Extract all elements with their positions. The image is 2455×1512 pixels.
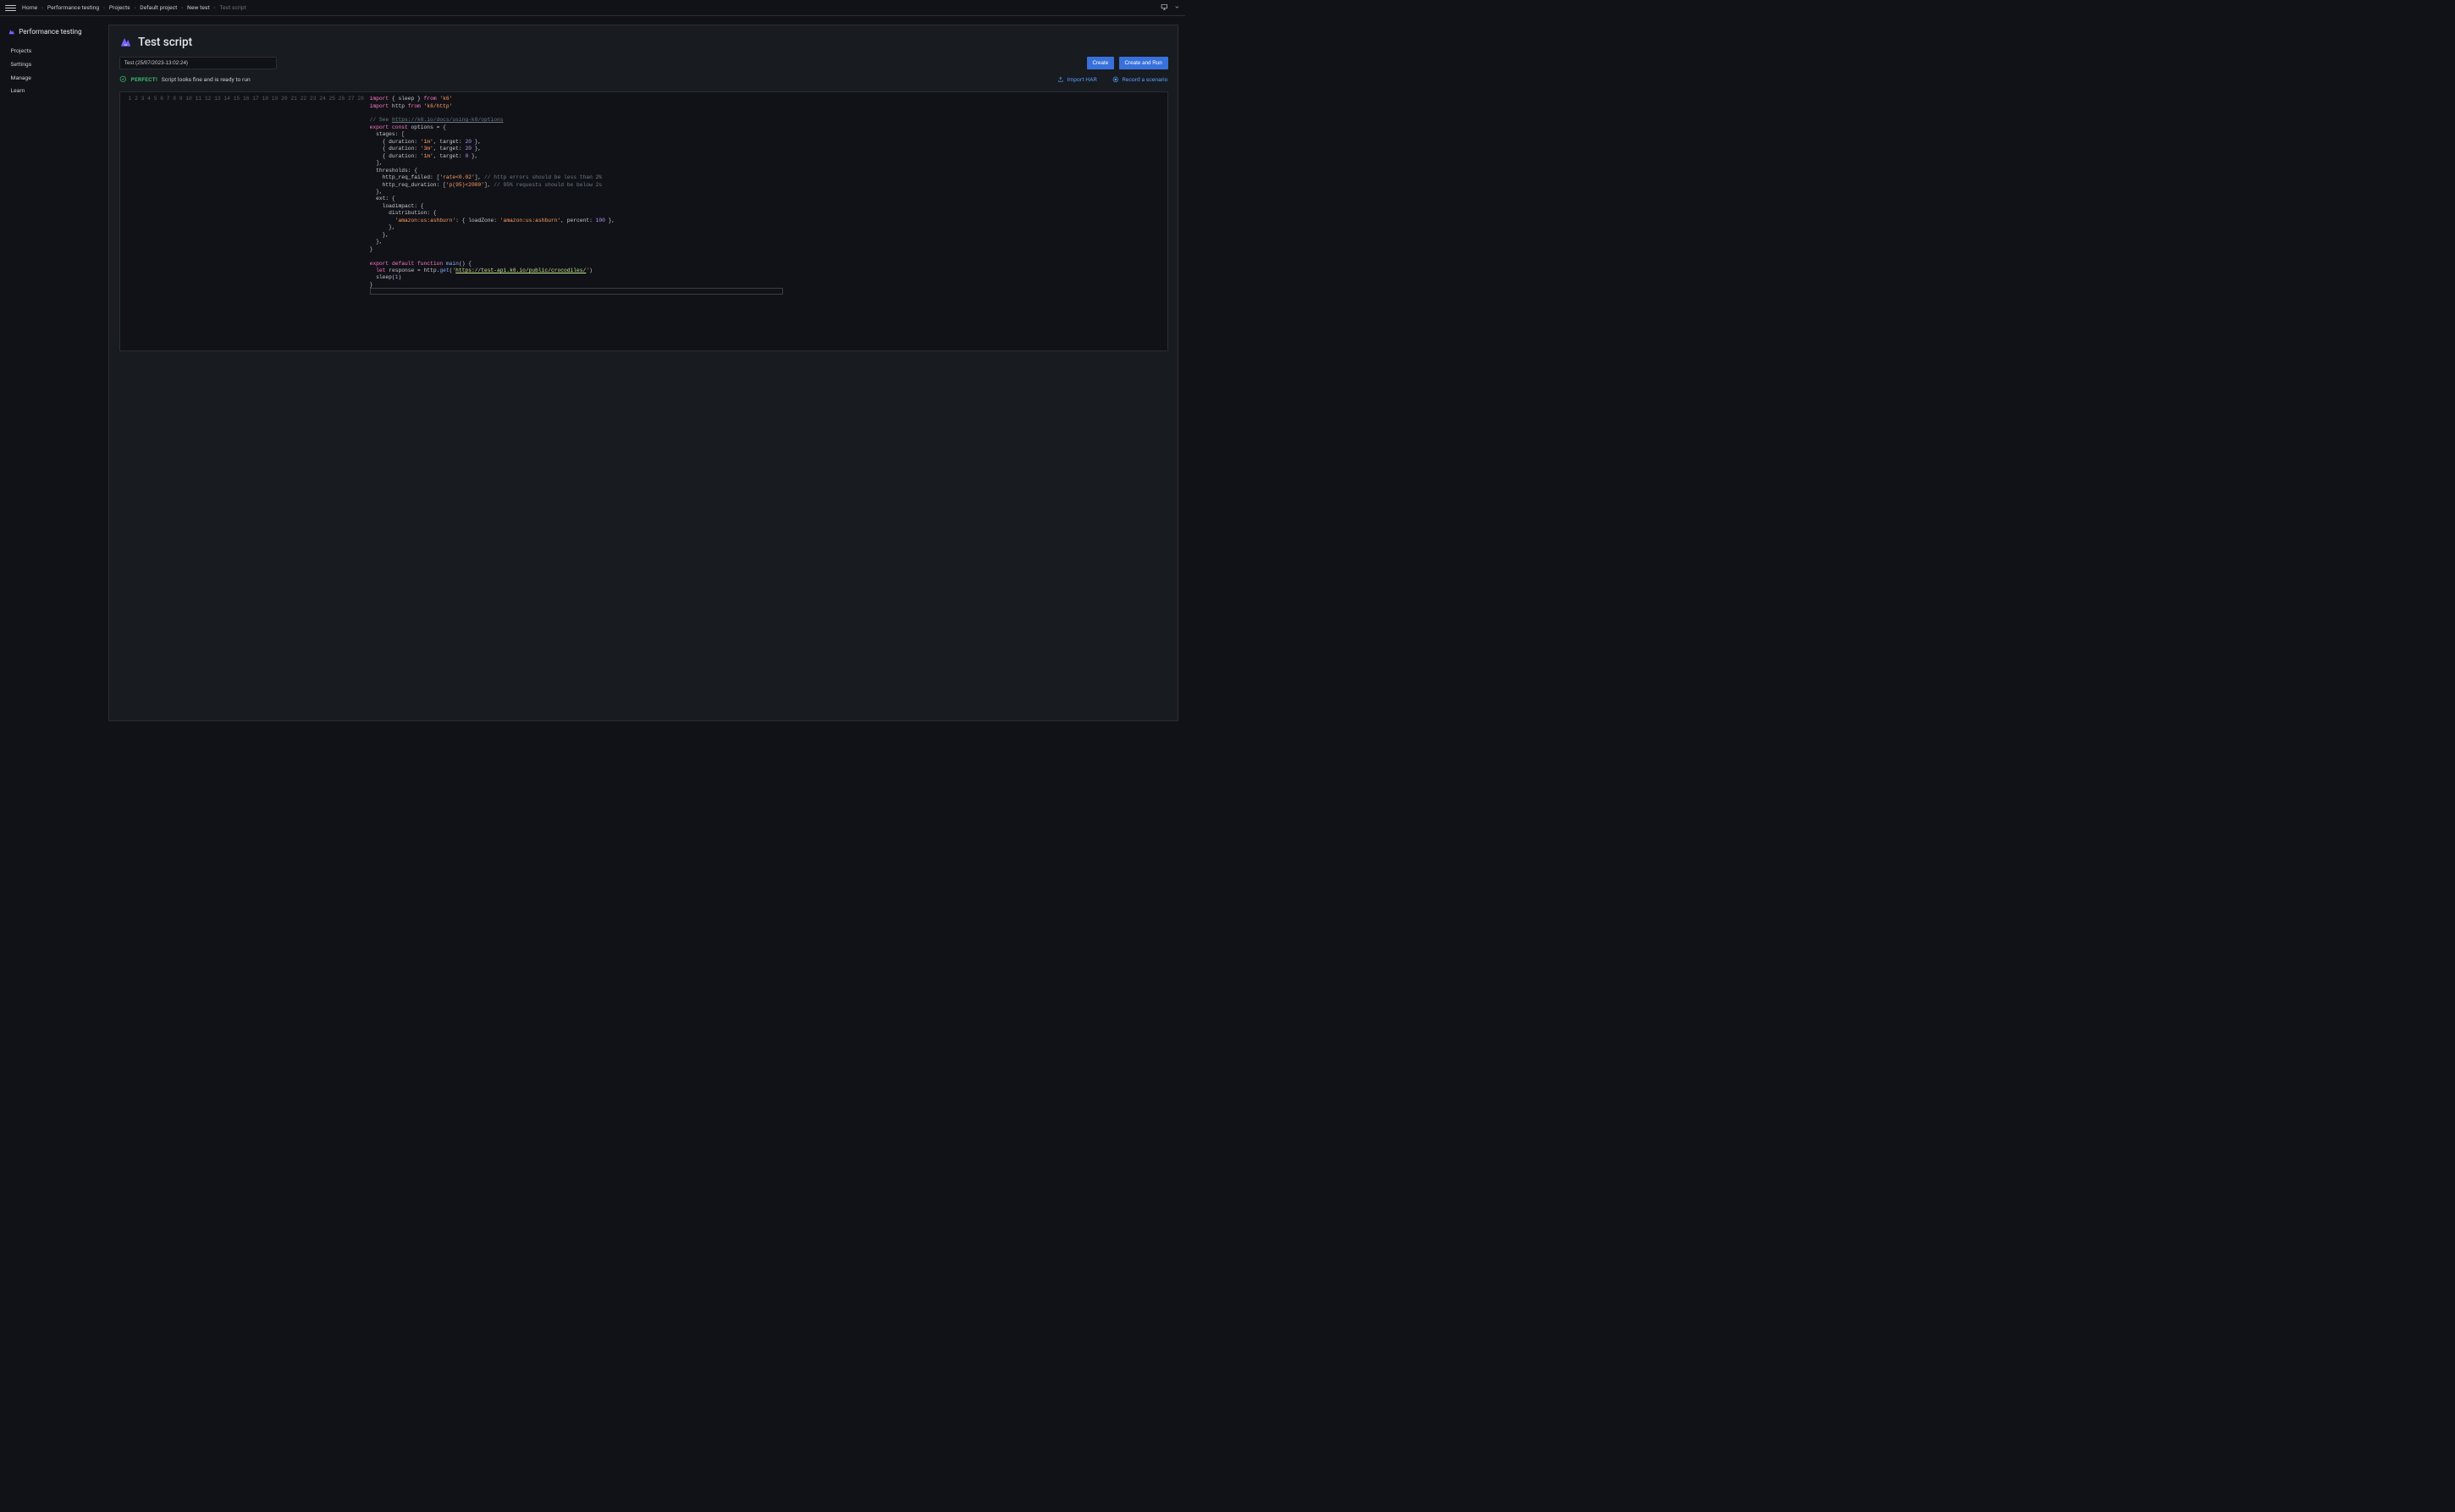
- code-editor[interactable]: 1 2 3 4 5 6 7 8 9 10 11 12 13 14 15 16 1…: [119, 91, 1168, 351]
- breadcrumb: Home › Performance testing › Projects › …: [22, 4, 1161, 11]
- svg-text:k6: k6: [124, 43, 128, 47]
- chevron-right-icon: ›: [41, 4, 43, 11]
- chevron-right-icon: ›: [213, 4, 215, 11]
- record-icon: [1112, 76, 1119, 83]
- sidebar-item-settings[interactable]: Settings: [0, 58, 102, 71]
- import-har-link[interactable]: Import HAR: [1057, 76, 1097, 83]
- page-title: Test script: [138, 36, 192, 49]
- topbar-right: [1161, 3, 1180, 13]
- sidebar-title: Performance testing: [19, 28, 81, 36]
- check-circle-icon: [119, 75, 127, 85]
- breadcrumb-new-test[interactable]: New test: [187, 4, 210, 11]
- chevron-right-icon: ›: [103, 4, 105, 11]
- chevron-down-icon[interactable]: [1174, 4, 1180, 12]
- create-button[interactable]: Create: [1087, 57, 1114, 69]
- hamburger-menu-icon[interactable]: [5, 2, 17, 14]
- panel: k6 Test script Create Create and Run PER…: [108, 25, 1178, 722]
- sidebar-item-projects[interactable]: Projects: [0, 44, 102, 58]
- line-gutter: 1 2 3 4 5 6 7 8 9 10 11 12 13 14 15 16 1…: [120, 96, 370, 347]
- upload-icon: [1057, 76, 1064, 83]
- monitor-icon[interactable]: [1161, 3, 1168, 13]
- breadcrumb-current: Test script: [219, 4, 246, 11]
- sidebar-item-learn[interactable]: Learn: [0, 85, 102, 98]
- chevron-right-icon: ›: [181, 4, 183, 11]
- chevron-right-icon: ›: [134, 4, 135, 11]
- breadcrumb-perf-testing[interactable]: Performance testing: [47, 4, 99, 11]
- code-content[interactable]: import { sleep } from 'k6' import http f…: [370, 96, 1167, 347]
- k6-logo-icon: [8, 28, 15, 36]
- test-name-input[interactable]: [119, 57, 277, 69]
- sidebar-header: Performance testing: [0, 25, 102, 45]
- toolbar: Create Create and Run: [119, 57, 1168, 69]
- topbar: Home › Performance testing › Projects › …: [0, 0, 1185, 16]
- breadcrumb-home[interactable]: Home: [22, 4, 37, 11]
- main: k6 Test script Create Create and Run PER…: [102, 16, 1185, 730]
- record-scenario-link[interactable]: Record a scenario: [1112, 76, 1168, 83]
- create-and-run-button[interactable]: Create and Run: [1119, 57, 1168, 69]
- status-text: Script looks fine and is ready to run: [162, 76, 251, 83]
- sidebar: Performance testing Projects Settings Ma…: [0, 16, 102, 730]
- status-row: PERFECT! Script looks fine and is ready …: [119, 75, 1168, 85]
- page-header: k6 Test script: [119, 36, 1168, 49]
- breadcrumb-projects[interactable]: Projects: [109, 4, 130, 11]
- sidebar-item-manage[interactable]: Manage: [0, 71, 102, 85]
- status-badge: PERFECT!: [130, 76, 157, 83]
- import-har-label: Import HAR: [1068, 76, 1097, 83]
- k6-logo-icon: k6: [119, 36, 131, 47]
- record-scenario-label: Record a scenario: [1123, 76, 1168, 83]
- breadcrumb-default-project[interactable]: Default project: [140, 4, 177, 11]
